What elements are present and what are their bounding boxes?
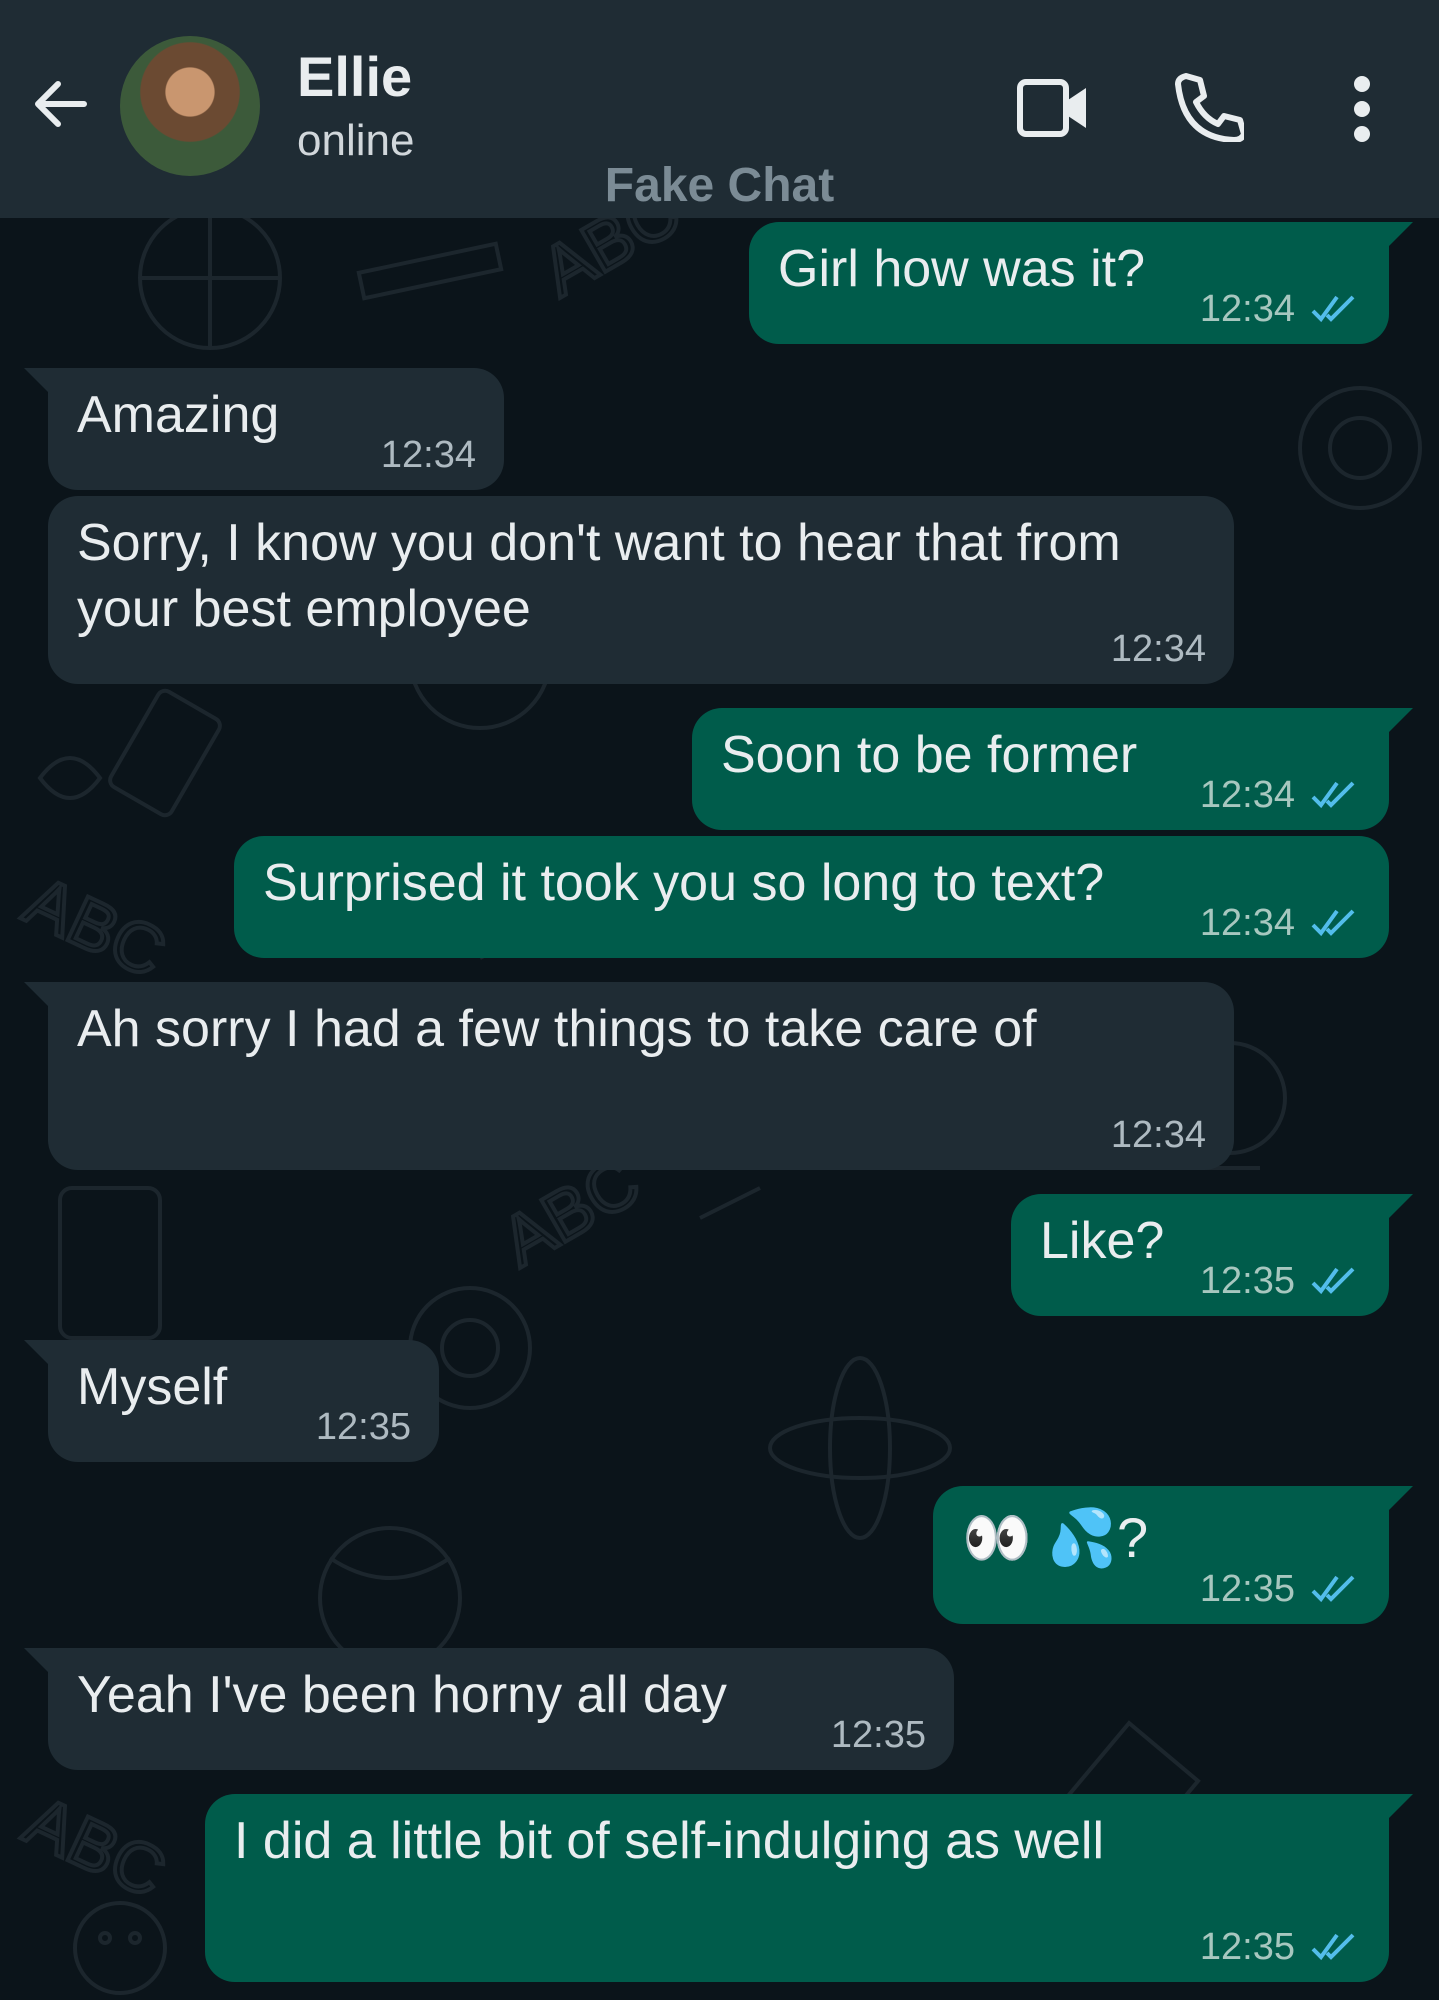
message-bubble-outgoing[interactable]: Surprised it took you so long to text? 1… [234,836,1389,958]
message-text: Girl how was it? [778,240,1145,298]
video-call-icon[interactable] [1016,78,1090,138]
message-text: Yeah I've been horny all day [77,1666,727,1724]
message-time: 12:35 [1199,1568,1295,1610]
message-time: 12:34 [1110,1114,1206,1156]
contact-name[interactable]: Ellie [297,44,412,109]
message-bubble-outgoing[interactable]: 👀 💦? 12:35 [933,1486,1413,1624]
message-text: Sorry, I know you don't want to hear tha… [77,514,1136,638]
message-text: Surprised it took you so long to text? [263,854,1105,912]
message-bubble-incoming[interactable]: Yeah I've been horny all day 12:35 [24,1648,954,1770]
more-vert-icon[interactable] [1350,74,1374,144]
double-check-read-icon [1311,1933,1355,1961]
message-time: 12:34 [380,434,476,476]
message-text: 👀 💦? [962,1506,1149,1569]
message-time: 12:34 [1199,288,1295,330]
message-time: 12:35 [1199,1260,1295,1302]
message-time: 12:35 [830,1714,926,1756]
fake-chat-watermark: Fake Chat [604,159,835,212]
message-time: 12:34 [1199,774,1295,816]
message-text: Amazing [77,386,280,444]
double-check-read-icon [1311,295,1355,323]
message-list: Girl how was it? 12:34 Amazing 12:34 Sor… [0,0,1439,2000]
message-bubble-outgoing[interactable]: I did a little bit of self-indulging as … [205,1794,1413,1982]
chat-header: Ellie online Fake Chat [0,0,1439,218]
phone-icon[interactable] [1172,70,1244,142]
message-time: 12:34 [1199,902,1295,944]
message-time: 12:35 [1199,1926,1295,1968]
double-check-read-icon [1311,1267,1355,1295]
double-check-read-icon [1311,1575,1355,1603]
message-bubble-outgoing[interactable]: Girl how was it? 12:34 [749,222,1413,344]
message-bubble-incoming[interactable]: Ah sorry I had a few things to take care… [24,982,1234,1170]
message-time: 12:35 [315,1406,411,1448]
message-text: Ah sorry I had a few things to take care… [77,1000,1037,1058]
message-text: I did a little bit of self-indulging as … [234,1812,1105,1870]
double-check-read-icon [1311,781,1355,809]
message-bubble-incoming[interactable]: Myself 12:35 [24,1340,439,1462]
avatar[interactable] [120,36,260,176]
message-text: Myself [77,1358,228,1416]
message-bubble-outgoing[interactable]: Soon to be former 12:34 [692,708,1413,830]
double-check-read-icon [1311,909,1355,937]
message-bubble-outgoing[interactable]: Like? 12:35 [1011,1194,1413,1316]
message-text: Like? [1040,1212,1165,1270]
message-bubble-incoming[interactable]: Sorry, I know you don't want to hear tha… [48,496,1234,684]
message-time: 12:34 [1110,628,1206,670]
arrow-left-icon[interactable] [28,72,92,136]
message-text: Soon to be former [721,726,1138,784]
message-bubble-incoming[interactable]: Amazing 12:34 [24,368,504,490]
